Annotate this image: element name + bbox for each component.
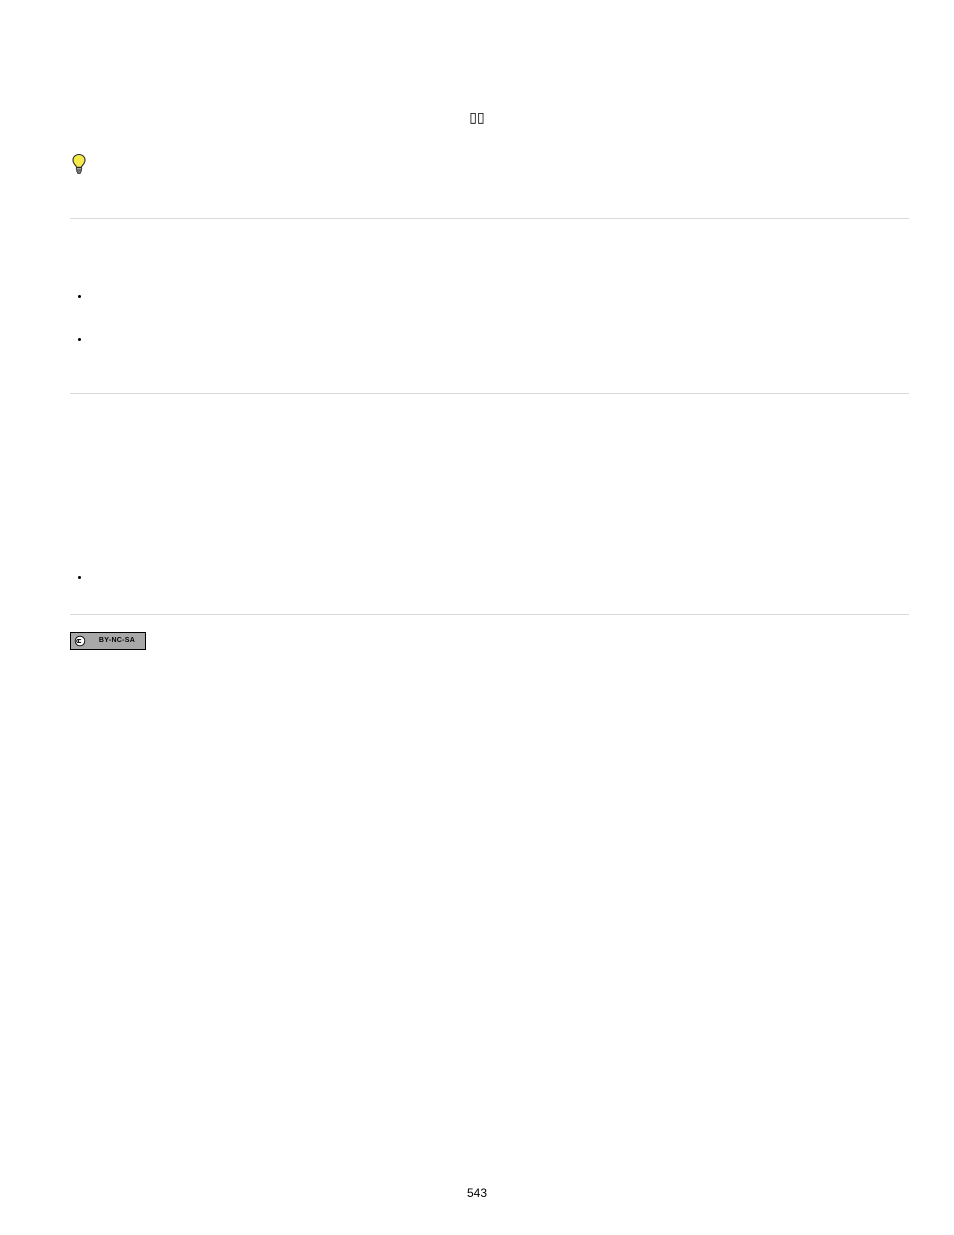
divider — [70, 614, 909, 615]
lightbulb-icon — [70, 153, 88, 175]
bullet-list — [70, 291, 90, 344]
header-symbol: ▯▯ — [0, 109, 954, 126]
divider — [70, 218, 909, 219]
document-page: ▯▯ BY-NC-SA 543 — [0, 0, 954, 1235]
cc-logo-icon — [71, 633, 89, 649]
cc-license-badge: BY-NC-SA — [70, 632, 146, 650]
divider — [70, 393, 909, 394]
cc-license-label: BY-NC-SA — [89, 633, 145, 649]
bullet-list — [70, 572, 90, 582]
page-number: 543 — [0, 1186, 954, 1200]
